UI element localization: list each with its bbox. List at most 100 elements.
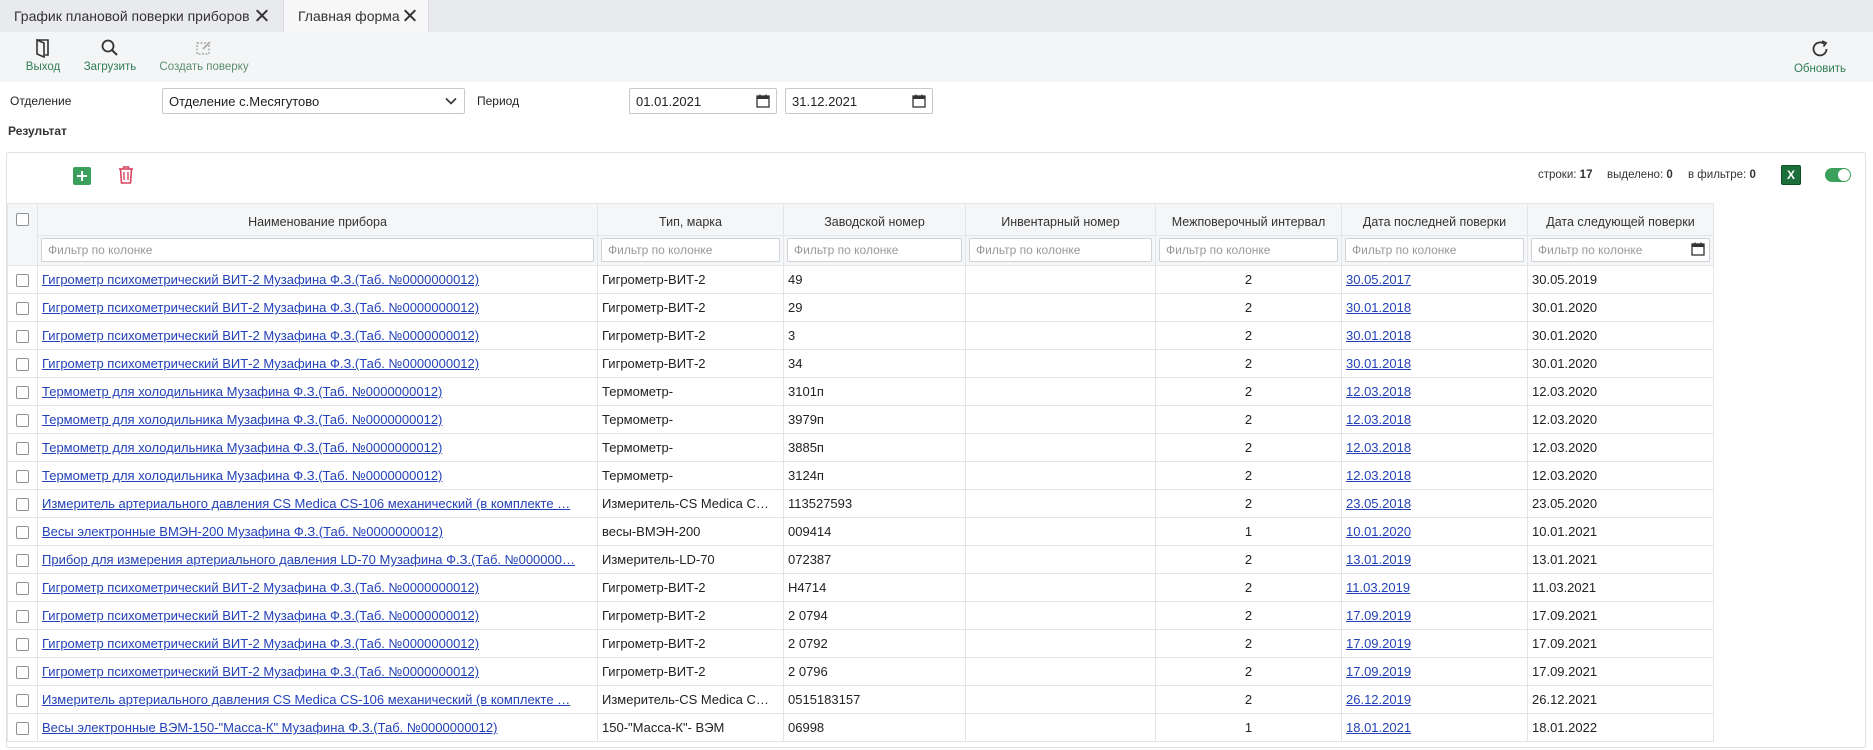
- excel-export-button[interactable]: X: [1781, 165, 1801, 185]
- device-name-link[interactable]: Гигрометр психометрический ВИТ-2 Музафин…: [42, 356, 479, 371]
- close-icon[interactable]: [402, 7, 418, 23]
- row-checkbox[interactable]: [16, 442, 29, 456]
- device-name-link[interactable]: Гигрометр психометрический ВИТ-2 Музафин…: [42, 272, 479, 287]
- device-name-link[interactable]: Термометр для холодильника Музафина Ф.З.…: [42, 384, 442, 399]
- row-checkbox[interactable]: [16, 498, 29, 512]
- filter-input-serial[interactable]: Фильтр по колонке: [787, 238, 962, 262]
- filter-input-inventory[interactable]: Фильтр по колонке: [969, 238, 1152, 262]
- device-name-link[interactable]: Прибор для измерения артериального давле…: [42, 552, 575, 567]
- column-header-interval[interactable]: Межповерочный интервал: [1155, 203, 1342, 236]
- device-name-link[interactable]: Гигрометр психометрический ВИТ-2 Музафин…: [42, 328, 479, 343]
- last-verification-link[interactable]: 10.01.2020: [1346, 524, 1411, 539]
- device-name-link[interactable]: Измеритель артериального давления CS Med…: [42, 496, 570, 511]
- row-checkbox[interactable]: [16, 582, 29, 596]
- add-row-button[interactable]: [73, 167, 91, 185]
- device-name-link[interactable]: Термометр для холодильника Музафина Ф.З.…: [42, 440, 442, 455]
- refresh-button[interactable]: Обновить: [1788, 32, 1852, 82]
- last-verification-link[interactable]: 30.05.2017: [1346, 272, 1411, 287]
- filter-input-type[interactable]: Фильтр по колонке: [601, 238, 780, 262]
- table-row[interactable]: Термометр для холодильника Музафина Ф.З.…: [7, 461, 1714, 490]
- last-verification-link[interactable]: 26.12.2019: [1346, 692, 1411, 707]
- table-row[interactable]: Гигрометр психометрический ВИТ-2 Музафин…: [7, 265, 1714, 294]
- last-verification-link[interactable]: 12.03.2018: [1346, 468, 1411, 483]
- row-checkbox[interactable]: [16, 666, 29, 680]
- row-checkbox[interactable]: [16, 414, 29, 428]
- trash-icon[interactable]: [117, 165, 135, 185]
- last-verification-link[interactable]: 17.09.2019: [1346, 636, 1411, 651]
- tab-main-form[interactable]: Главная форма: [283, 0, 429, 32]
- filter-input-interval[interactable]: Фильтр по колонке: [1159, 238, 1338, 262]
- column-header-inventory[interactable]: Инвентарный номер: [965, 203, 1156, 236]
- column-header-name[interactable]: Наименование прибора: [37, 203, 598, 236]
- table-row[interactable]: Термометр для холодильника Музафина Ф.З.…: [7, 405, 1714, 434]
- device-name-link[interactable]: Гигрометр психометрический ВИТ-2 Музафин…: [42, 300, 479, 315]
- row-checkbox[interactable]: [16, 358, 29, 372]
- device-name-link[interactable]: Гигрометр психометрический ВИТ-2 Музафин…: [42, 580, 479, 595]
- table-row[interactable]: Измеритель артериального давления CS Med…: [7, 685, 1714, 714]
- table-row[interactable]: Гигрометр психометрический ВИТ-2 Музафин…: [7, 601, 1714, 630]
- table-row[interactable]: Прибор для измерения артериального давле…: [7, 545, 1714, 574]
- device-name-link[interactable]: Измеритель артериального давления CS Med…: [42, 692, 570, 707]
- table-row[interactable]: Гигрометр психометрический ВИТ-2 Музафин…: [7, 573, 1714, 602]
- calendar-icon[interactable]: [756, 94, 770, 108]
- row-checkbox[interactable]: [16, 722, 29, 736]
- table-row[interactable]: Весы электронные ВМЭН-200 Музафина Ф.З.(…: [7, 517, 1714, 546]
- table-row[interactable]: Гигрометр психометрический ВИТ-2 Музафин…: [7, 629, 1714, 658]
- select-all-checkbox[interactable]: [16, 213, 29, 227]
- table-row[interactable]: Гигрометр психометрический ВИТ-2 Музафин…: [7, 293, 1714, 322]
- calendar-icon[interactable]: [912, 94, 926, 108]
- last-verification-link[interactable]: 30.01.2018: [1346, 300, 1411, 315]
- row-checkbox[interactable]: [16, 610, 29, 624]
- table-row[interactable]: Гигрометр психометрический ВИТ-2 Музафин…: [7, 657, 1714, 686]
- close-icon[interactable]: [254, 7, 270, 23]
- column-header-next-verification[interactable]: Дата следующей поверки: [1527, 203, 1714, 236]
- table-row[interactable]: Измеритель артериального давления CS Med…: [7, 489, 1714, 518]
- last-verification-link[interactable]: 13.01.2019: [1346, 552, 1411, 567]
- device-name-link[interactable]: Весы электронные ВМЭН-200 Музафина Ф.З.(…: [42, 524, 443, 539]
- device-name-link[interactable]: Гигрометр психометрический ВИТ-2 Музафин…: [42, 664, 479, 679]
- last-verification-link[interactable]: 18.01.2021: [1346, 720, 1411, 735]
- table-row[interactable]: Весы электронные ВЭМ-150-"Масса-К" Музаф…: [7, 713, 1714, 742]
- row-checkbox[interactable]: [16, 470, 29, 484]
- row-checkbox[interactable]: [16, 526, 29, 540]
- calendar-icon[interactable]: [1691, 242, 1705, 256]
- last-verification-link[interactable]: 11.03.2019: [1346, 580, 1410, 595]
- last-verification-link[interactable]: 17.09.2019: [1346, 664, 1411, 679]
- department-select[interactable]: Отделение с.Месягутово: [162, 88, 465, 114]
- device-name-link[interactable]: Гигрометр психометрический ВИТ-2 Музафин…: [42, 636, 479, 651]
- row-checkbox[interactable]: [16, 302, 29, 316]
- filter-input-name[interactable]: Фильтр по колонке: [41, 238, 594, 262]
- filter-input-next-verification[interactable]: Фильтр по колонке: [1531, 238, 1710, 262]
- last-verification-link[interactable]: 30.01.2018: [1346, 328, 1411, 343]
- last-verification-link[interactable]: 23.05.2018: [1346, 496, 1411, 511]
- column-header-type[interactable]: Тип, марка: [597, 203, 784, 236]
- device-name-link[interactable]: Весы электронные ВЭМ-150-"Масса-К" Музаф…: [42, 720, 497, 735]
- last-verification-link[interactable]: 30.01.2018: [1346, 356, 1411, 371]
- last-verification-link[interactable]: 12.03.2018: [1346, 440, 1411, 455]
- row-checkbox[interactable]: [16, 694, 29, 708]
- last-verification-link[interactable]: 17.09.2019: [1346, 608, 1411, 623]
- table-row[interactable]: Термометр для холодильника Музафина Ф.З.…: [7, 433, 1714, 462]
- create-verification-button[interactable]: Создать поверку: [156, 32, 252, 82]
- last-verification-link[interactable]: 12.03.2018: [1346, 412, 1411, 427]
- device-name-link[interactable]: Термометр для холодильника Музафина Ф.З.…: [42, 468, 442, 483]
- device-name-link[interactable]: Термометр для холодильника Музафина Ф.З.…: [42, 412, 442, 427]
- table-row[interactable]: Термометр для холодильника Музафина Ф.З.…: [7, 377, 1714, 406]
- date-from-input[interactable]: 01.01.2021: [629, 88, 777, 114]
- filter-input-last-verification[interactable]: Фильтр по колонке: [1345, 238, 1524, 262]
- last-verification-link[interactable]: 12.03.2018: [1346, 384, 1411, 399]
- date-to-input[interactable]: 31.12.2021: [785, 88, 933, 114]
- table-row[interactable]: Гигрометр психометрический ВИТ-2 Музафин…: [7, 321, 1714, 350]
- load-button[interactable]: Загрузить: [80, 32, 140, 82]
- tab-verification-schedule[interactable]: График плановой поверки приборов: [0, 0, 280, 32]
- column-header-last-verification[interactable]: Дата последней поверки: [1341, 203, 1528, 236]
- row-checkbox[interactable]: [16, 274, 29, 288]
- row-checkbox[interactable]: [16, 386, 29, 400]
- row-checkbox[interactable]: [16, 330, 29, 344]
- row-checkbox[interactable]: [16, 638, 29, 652]
- display-toggle[interactable]: [1825, 168, 1851, 182]
- row-checkbox[interactable]: [16, 554, 29, 568]
- exit-button[interactable]: Выход: [22, 32, 64, 82]
- column-header-serial[interactable]: Заводской номер: [783, 203, 966, 236]
- table-row[interactable]: Гигрометр психометрический ВИТ-2 Музафин…: [7, 349, 1714, 378]
